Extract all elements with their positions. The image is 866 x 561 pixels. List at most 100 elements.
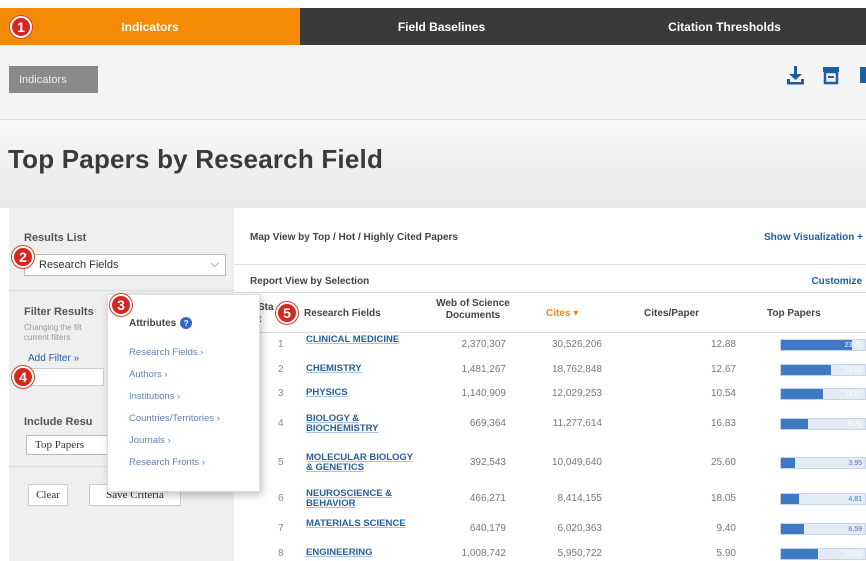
tab-indicators[interactable]: Indicators [0, 8, 300, 45]
table-row: 6 NEUROSCIENCE & BEHAVIOR 466,271 8,414,155… [234, 484, 866, 514]
cites-per-paper-cell: 16.83 [710, 418, 736, 429]
research-field-link[interactable]: BIOLOGY & BIOCHEMISTRY [306, 414, 416, 434]
cites-cell: 5,950,722 [557, 548, 603, 559]
rank-cell: 8 [278, 548, 284, 559]
toolbar-icons [786, 65, 866, 85]
filter-results-label: Filter Results [24, 306, 94, 318]
title-band: Top Papers by Research Field [0, 120, 866, 208]
filter-note: Changing the filt current filters [24, 323, 82, 342]
research-field-link[interactable]: MATERIALS SCIENCE [306, 519, 416, 529]
tab-field-baselines[interactable]: Field Baselines [300, 8, 583, 45]
table-row: 1 CLINICAL MEDICINE 2,370,307 30,526,206 12.… [234, 332, 866, 358]
callout-badge: 1 [10, 16, 32, 38]
attributes-title-text: Attributes [129, 317, 177, 329]
column-header-top-papers[interactable]: Top Papers [767, 308, 821, 320]
top-papers-bar: 6,59 [780, 523, 866, 535]
cites-cell: 10,049,640 [551, 457, 602, 468]
results-list-select[interactable]: Research Fields ⌵ [24, 254, 226, 276]
rank-cell: 2 [278, 364, 284, 375]
include-results-select[interactable]: Top Papers [26, 435, 114, 455]
cites-cell: 18,762,848 [551, 364, 602, 375]
rank-cell: 4 [278, 418, 284, 429]
include-results-label: Include Resu [24, 416, 93, 428]
top-papers-value: 4,81 [848, 496, 862, 503]
top-papers-bar: 10,02 [780, 548, 866, 560]
top-papers-bar-fill [781, 494, 800, 504]
documents-cell: 466,271 [469, 493, 506, 504]
table-row: 3 PHYSICS 1,140,909 12,029,253 10.54 11,27 [234, 383, 866, 405]
top-papers-value: 11,27 [845, 391, 862, 398]
rank-cell: 5 [278, 457, 284, 468]
research-field-link[interactable]: PHYSICS [306, 388, 416, 398]
cites-per-paper-cell: 10.54 [710, 388, 736, 399]
research-field-link[interactable]: NEUROSCIENCE & BEHAVIOR [306, 489, 416, 509]
attribute-authors[interactable]: Authors › [129, 364, 220, 386]
results-list-label: Results List [24, 232, 87, 244]
top-nav: Indicators Field Baselines Citation Thre… [0, 8, 866, 45]
print-icon[interactable] [822, 65, 840, 85]
column-header-cites-per-paper[interactable]: Cites/Paper [644, 308, 699, 320]
show-visualization-link[interactable]: Show Visualization + [764, 232, 863, 243]
attribute-research-fronts[interactable]: Research Fronts › [129, 452, 220, 474]
research-field-link[interactable]: ENGINEERING [306, 548, 416, 558]
attributes-popover: Attributes ? Research Fields › Authors ›… [107, 294, 260, 492]
top-papers-value: 6,59 [848, 526, 862, 533]
table-row: 4 BIOLOGY & BIOCHEMISTRY 669,364 11,277,614… [234, 406, 866, 442]
documents-cell: 2,370,307 [461, 339, 507, 350]
share-icon[interactable] [858, 65, 866, 85]
documents-cell: 392,543 [469, 457, 506, 468]
top-papers-bar: 23,76 [780, 339, 866, 351]
attribute-journals[interactable]: Journals › [129, 430, 220, 452]
page-title: Top Papers by Research Field [8, 144, 384, 174]
indicators-button[interactable]: Indicators [9, 66, 98, 93]
customize-link[interactable]: Customize [811, 276, 862, 287]
callout-badge: 4 [12, 366, 34, 388]
top-papers-bar-fill [781, 389, 823, 399]
top-papers-value: 3,95 [848, 460, 862, 467]
attribute-research-fields[interactable]: Research Fields › [129, 342, 220, 364]
attribute-countries-territories[interactable]: Countries/Territories › [129, 408, 220, 430]
attributes-title: Attributes ? [129, 317, 193, 329]
attributes-list: Research Fields › Authors › Institutions… [129, 342, 220, 474]
top-papers-bar-fill [781, 549, 818, 559]
top-papers-bar-fill [781, 340, 852, 350]
filter-input[interactable] [24, 368, 104, 386]
tab-citation-thresholds[interactable]: Citation Thresholds [583, 8, 866, 45]
top-papers-value: 10,02 [844, 551, 862, 558]
documents-cell: 1,140,909 [461, 388, 507, 399]
cites-cell: 12,029,253 [551, 388, 602, 399]
cites-cell: 6,020,363 [557, 523, 603, 534]
report-view-label: Report View by Selection [250, 276, 370, 287]
top-papers-value: 23,76 [844, 342, 862, 349]
column-header-research-fields[interactable]: Research Fields [304, 308, 381, 320]
download-icon[interactable] [786, 65, 804, 85]
rank-cell: 1 [278, 339, 284, 350]
toolbar: Indicators [0, 45, 866, 120]
callout-badge: 3 [110, 294, 132, 316]
rank-cell: 3 [278, 388, 284, 399]
research-field-link[interactable]: CHEMISTRY [306, 364, 416, 374]
top-papers-bar-fill [781, 365, 832, 375]
table-row: 2 CHEMISTRY 1,481,267 18,762,848 12.67 15,01 [234, 359, 866, 381]
column-header-cites[interactable]: Cites ▾ [546, 308, 578, 320]
callout-badge: 2 [12, 246, 34, 268]
column-header-rank[interactable]: Sta t [258, 302, 274, 326]
info-icon[interactable]: ? [180, 317, 193, 329]
top-papers-value: 15,01 [844, 367, 862, 374]
clear-button[interactable]: Clear [28, 484, 68, 506]
callout-badge: 5 [276, 302, 298, 324]
top-papers-value: 6,74 [848, 421, 862, 428]
divider [234, 264, 866, 265]
research-field-link[interactable]: CLINICAL MEDICINE [306, 335, 416, 345]
attribute-institutions[interactable]: Institutions › [129, 386, 220, 408]
research-field-link[interactable]: MOLECULAR BIOLOGY & GENETICS [306, 453, 416, 473]
add-filter-link[interactable]: Add Filter » [28, 353, 79, 364]
documents-cell: 1,008,742 [461, 548, 507, 559]
divider [234, 292, 866, 293]
cites-per-paper-cell: 9.40 [716, 523, 736, 534]
chevron-down-icon: ⌵ [210, 258, 219, 270]
documents-cell: 640,179 [469, 523, 506, 534]
column-header-wos-documents[interactable]: Web of Science Documents [420, 298, 526, 322]
table-row: 7 MATERIALS SCIENCE 640,179 6,020,363 9.40 6,… [234, 514, 866, 544]
top-papers-bar-fill [781, 458, 796, 468]
